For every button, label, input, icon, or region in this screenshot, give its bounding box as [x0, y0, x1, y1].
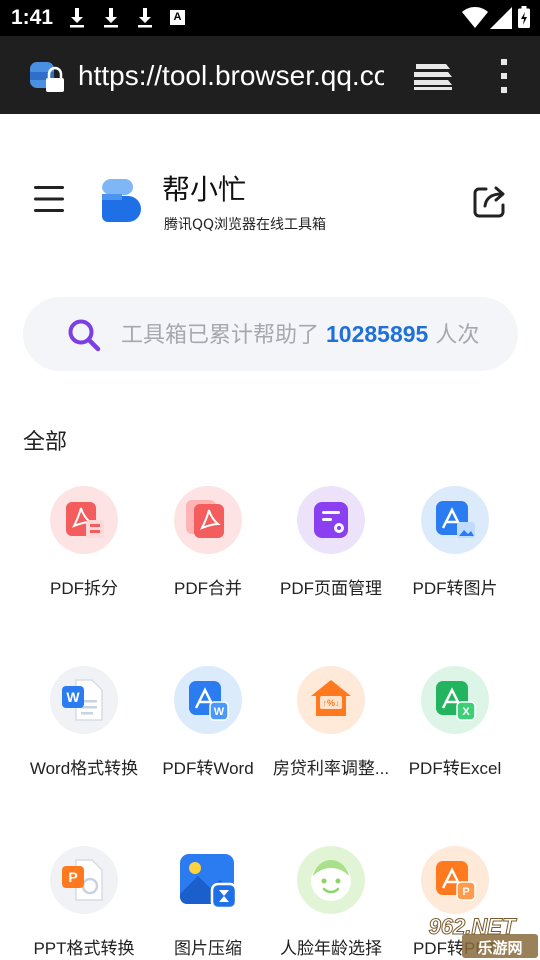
browser-toolbar: https://tool.browser.qq.com/	[0, 36, 540, 114]
face-age-icon	[311, 860, 351, 901]
tool-icon-bg: W	[50, 666, 118, 734]
section-title-all: 全部	[23, 430, 68, 455]
tool-label: PPT格式转换	[33, 939, 135, 958]
tabs-icon[interactable]	[412, 60, 452, 92]
site-watermark: 962.NET 乐游网	[428, 914, 538, 958]
tool-icon-bg	[50, 486, 118, 554]
pdf-split-icon	[66, 502, 104, 538]
download-icon	[70, 8, 84, 28]
ppt-convert-icon: P	[62, 859, 103, 901]
image-compress-icon	[180, 854, 238, 910]
lock-icon[interactable]	[28, 58, 66, 94]
wifi-icon	[462, 7, 488, 28]
tool-pdf-to-word[interactable]: W PDF转Word	[141, 666, 275, 806]
tool-pdf-merge[interactable]: PDF合并	[141, 486, 275, 626]
more-vert-icon[interactable]	[496, 56, 512, 96]
tool-pdf-page-manage[interactable]: PDF页面管理	[264, 486, 398, 626]
pdf-to-ppt-icon: P	[436, 861, 476, 901]
tool-icon-bg: W	[174, 666, 242, 734]
tool-icon-bg	[297, 486, 365, 554]
tool-word-convert[interactable]: W Word格式转换	[17, 666, 151, 806]
tool-label: 人脸年龄选择	[280, 939, 382, 958]
search-prefix: 工具箱已累计帮助了	[121, 323, 326, 348]
tool-pdf-to-excel[interactable]: X PDF转Excel	[388, 666, 522, 806]
search-icon	[68, 319, 101, 352]
download-icon	[138, 8, 152, 28]
tool-icon-bg: P	[421, 846, 489, 914]
tool-icon-bg	[297, 846, 365, 914]
mortgage-rate-icon: ↑%↓	[311, 680, 351, 716]
status-time: 1:41	[11, 6, 54, 29]
pdf-page-manage-icon	[314, 502, 348, 538]
app-subtitle: 腾讯QQ浏览器在线工具箱	[164, 217, 327, 233]
tool-icon-bg	[421, 486, 489, 554]
hamburger-icon[interactable]	[32, 182, 66, 216]
search-placeholder: 工具箱已累计帮助了 10285895 人次	[121, 319, 479, 351]
tool-label: PDF页面管理	[280, 579, 382, 598]
svg-text:P: P	[68, 869, 77, 885]
status-bar: 1:41 A	[0, 0, 540, 36]
app-name: 帮小忙	[162, 173, 247, 206]
a-icon: A	[170, 10, 185, 25]
word-convert-icon: W	[62, 679, 103, 721]
svg-text:W: W	[66, 689, 80, 705]
tool-label: 房贷利率调整...	[272, 759, 390, 778]
battery-icon	[518, 6, 530, 28]
watermark-top-text: 962.NET	[429, 914, 517, 939]
download-icon	[104, 8, 118, 28]
tool-label: PDF合并	[174, 579, 242, 598]
tool-icon-bg: P	[50, 846, 118, 914]
signal-icon	[490, 7, 512, 29]
pdf-to-image-icon	[436, 501, 475, 538]
svg-text:↑%↓: ↑%↓	[322, 698, 339, 708]
tool-face-age[interactable]: 人脸年龄选择	[264, 846, 398, 960]
help-count: 10285895	[326, 321, 429, 347]
tool-icon-bg	[174, 486, 242, 554]
search-box[interactable]: 工具箱已累计帮助了 10285895 人次	[23, 297, 518, 371]
tool-mortgage-rate[interactable]: ↑%↓ 房贷利率调整...	[264, 666, 398, 806]
pdf-to-word-icon: W	[189, 681, 229, 721]
pdf-merge-icon	[186, 500, 224, 538]
tool-icon-bg: ↑%↓	[297, 666, 365, 734]
tool-label: PDF转图片	[412, 579, 498, 598]
app-logo	[102, 179, 141, 222]
tool-image-compress[interactable]: 图片压缩	[141, 846, 275, 960]
tool-icon-bg: X	[421, 666, 489, 734]
tool-ppt-convert[interactable]: P PPT格式转换	[17, 846, 151, 960]
svg-text:W: W	[214, 706, 225, 718]
tool-label: PDF转Excel	[408, 759, 502, 778]
svg-text:X: X	[462, 706, 470, 718]
pdf-to-excel-icon: X	[436, 681, 476, 721]
tool-label: Word格式转换	[29, 759, 139, 778]
watermark-bottom-text: 乐游网	[477, 939, 522, 957]
share-icon[interactable]	[472, 184, 508, 218]
svg-text:P: P	[462, 886, 469, 898]
tool-icon-bg	[174, 846, 242, 914]
tool-label: PDF转Word	[162, 759, 254, 778]
url-field[interactable]: https://tool.browser.qq.com/	[78, 58, 384, 94]
tool-pdf-split[interactable]: PDF拆分	[17, 486, 151, 626]
search-suffix: 人次	[428, 323, 480, 348]
tool-label: PDF拆分	[50, 579, 118, 598]
tool-label: 图片压缩	[174, 939, 242, 958]
tool-pdf-to-image[interactable]: PDF转图片	[388, 486, 522, 626]
